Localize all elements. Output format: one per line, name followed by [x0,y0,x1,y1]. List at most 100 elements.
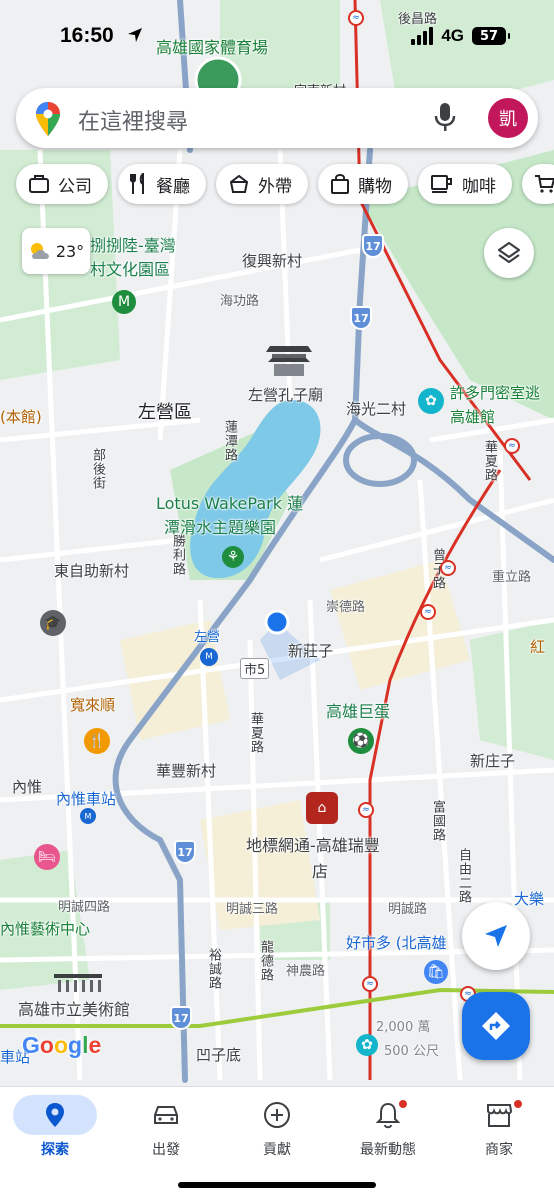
cart-icon [535,175,554,193]
chip-label: 外帶 [258,176,292,197]
map-label-district: 左營區 [138,402,192,423]
highway-shield: 17 [350,306,372,330]
stadium-icon[interactable]: ⚽ [348,728,374,754]
my-location-button[interactable] [462,902,530,970]
map-label-aozidi: 凹子底 [196,1046,242,1064]
hotel-icon[interactable]: 🛏 [34,844,60,870]
chip-label: 公司 [58,176,92,197]
map-label-restaurant[interactable]: 寬來順 [70,694,115,715]
route-shield: 市5 [240,658,270,679]
road-label: 勝利路 [170,534,185,576]
map-label-station[interactable]: 左營 [194,626,220,645]
map-label-temple[interactable]: 左營孔子廟 [248,384,323,405]
weather-widget[interactable]: 23° [22,228,90,274]
map-label-dongzizhu: 東自助新村 [54,562,130,580]
notification-badge [513,1099,523,1109]
chip-more[interactable] [522,164,554,204]
chip-coffee[interactable]: 咖啡 [418,164,512,204]
tab-label: 最新動態 [360,1142,416,1158]
current-location-dot [264,609,290,635]
bell-icon [376,1102,400,1129]
map-label-wakepark[interactable]: Lotus WakePark 蓮 [156,490,303,514]
search-bar[interactable]: 在這裡搜尋 凱 [16,88,538,148]
location-arrow-icon [126,26,144,48]
tab-label: 探索 [41,1142,69,1158]
maps-logo-icon [36,102,60,140]
tab-go[interactable]: 出發 [111,1087,221,1167]
coffee-icon [431,175,452,193]
map-label-landmark-2[interactable]: 店 [312,858,328,882]
school-icon[interactable]: 🎓 [40,610,66,636]
road-label: 海功路 [220,294,260,309]
layers-button[interactable] [484,228,534,278]
map-label-dome[interactable]: 高雄巨蛋 [326,698,390,722]
map-label-partial: 紅 [530,638,546,656]
google-logo: Google [22,1032,102,1058]
tab-business[interactable]: 商家 [444,1087,554,1167]
search-input[interactable]: 在這裡搜尋 [78,104,188,136]
highway-shield: 17 [174,840,196,864]
tab-explore[interactable]: 探索 [0,1087,110,1167]
map-label-landmark[interactable]: 地標網通-高雄瑞豐 [246,832,380,856]
road-label: 蓮潭路 [222,420,237,462]
map-label-arts-center[interactable]: 內惟藝術中心 [0,918,90,939]
chip-restaurant[interactable]: 餐廳 [118,164,206,204]
museum-icon[interactable]: M [112,290,136,314]
highway-shield: 17 [170,1006,192,1030]
home-indicator[interactable] [178,1182,376,1188]
tab-label: 出發 [152,1142,180,1158]
shopping-icon[interactable]: 🛍 [424,960,448,984]
road-label: 裕誠路 [206,948,221,990]
map-label-costco[interactable]: 好市多 (北高雄 [346,932,447,953]
gallery-icon[interactable] [52,970,104,994]
road-label: 明誠三路 [226,902,279,917]
road-label: 富國路 [430,800,445,842]
category-chips: 公司 餐廳 外帶 購物 咖啡 [16,164,554,206]
map-label-escape[interactable]: 許多門密室逃 [450,382,540,403]
map-label-xinzhuangzi: 新莊子 [288,642,334,660]
rail-icon: ≈ [362,976,378,992]
map-label-xinzhuangzi-2: 新庄子 [470,752,516,770]
chip-label: 咖啡 [462,176,496,197]
map-label-culture-park-2[interactable]: 村文化園區 [90,256,170,280]
metro-icon[interactable]: M [80,808,96,824]
metro-icon[interactable]: M [200,648,218,666]
avatar[interactable]: 凱 [488,98,528,138]
microphone-icon[interactable] [434,102,456,136]
chip-takeout[interactable]: 外帶 [216,164,308,204]
clock: 16:50 [60,24,114,47]
tab-label: 貢獻 [263,1142,291,1158]
map-label-culture-park[interactable]: 捌捌陸-臺灣 [90,232,176,256]
restaurant-icon[interactable]: 🍴 [84,728,110,754]
temple-icon[interactable] [262,340,316,380]
rail-icon: ≈ [504,438,520,454]
store-pin-icon[interactable]: ⌂ [306,792,338,824]
add-circle-icon [264,1102,290,1128]
battery-icon: 57 [472,27,510,45]
shopping-bag-icon [331,174,349,194]
tab-contribute[interactable]: 貢獻 [222,1087,332,1167]
attraction-icon[interactable]: ✿ [356,1034,378,1056]
scale-bar: 2,000 萬 [376,1020,431,1035]
tab-updates[interactable]: 最新動態 [333,1087,443,1167]
layers-icon [497,241,521,264]
map-label-huafeng: 華豐新村 [156,762,217,780]
chip-company[interactable]: 公司 [16,164,108,204]
map-label-art-museum[interactable]: 高雄市立美術館 [18,996,130,1020]
tab-label: 商家 [485,1142,513,1158]
highway-shield: 17 [362,234,384,258]
map-label-escape-2[interactable]: 高雄館 [450,406,495,427]
attraction-icon[interactable]: ✿ [418,388,444,414]
chip-shopping[interactable]: 購物 [318,164,408,204]
directions-button[interactable] [462,992,530,1060]
chip-label: 餐廳 [156,176,190,197]
map-label-fuxing: 復興新村 [242,252,303,270]
road-label: 自由二路 [456,848,471,904]
map-label-partial: (本館) [0,408,42,426]
map-label-neiwei-station[interactable]: 內惟車站 [56,788,116,809]
park-icon[interactable]: ⚘ [222,546,244,568]
map-label-haiguang: 海光二村 [346,400,407,418]
rail-icon: ≈ [440,560,456,576]
rail-icon: ≈ [420,604,436,620]
partly-cloudy-icon [30,243,49,259]
